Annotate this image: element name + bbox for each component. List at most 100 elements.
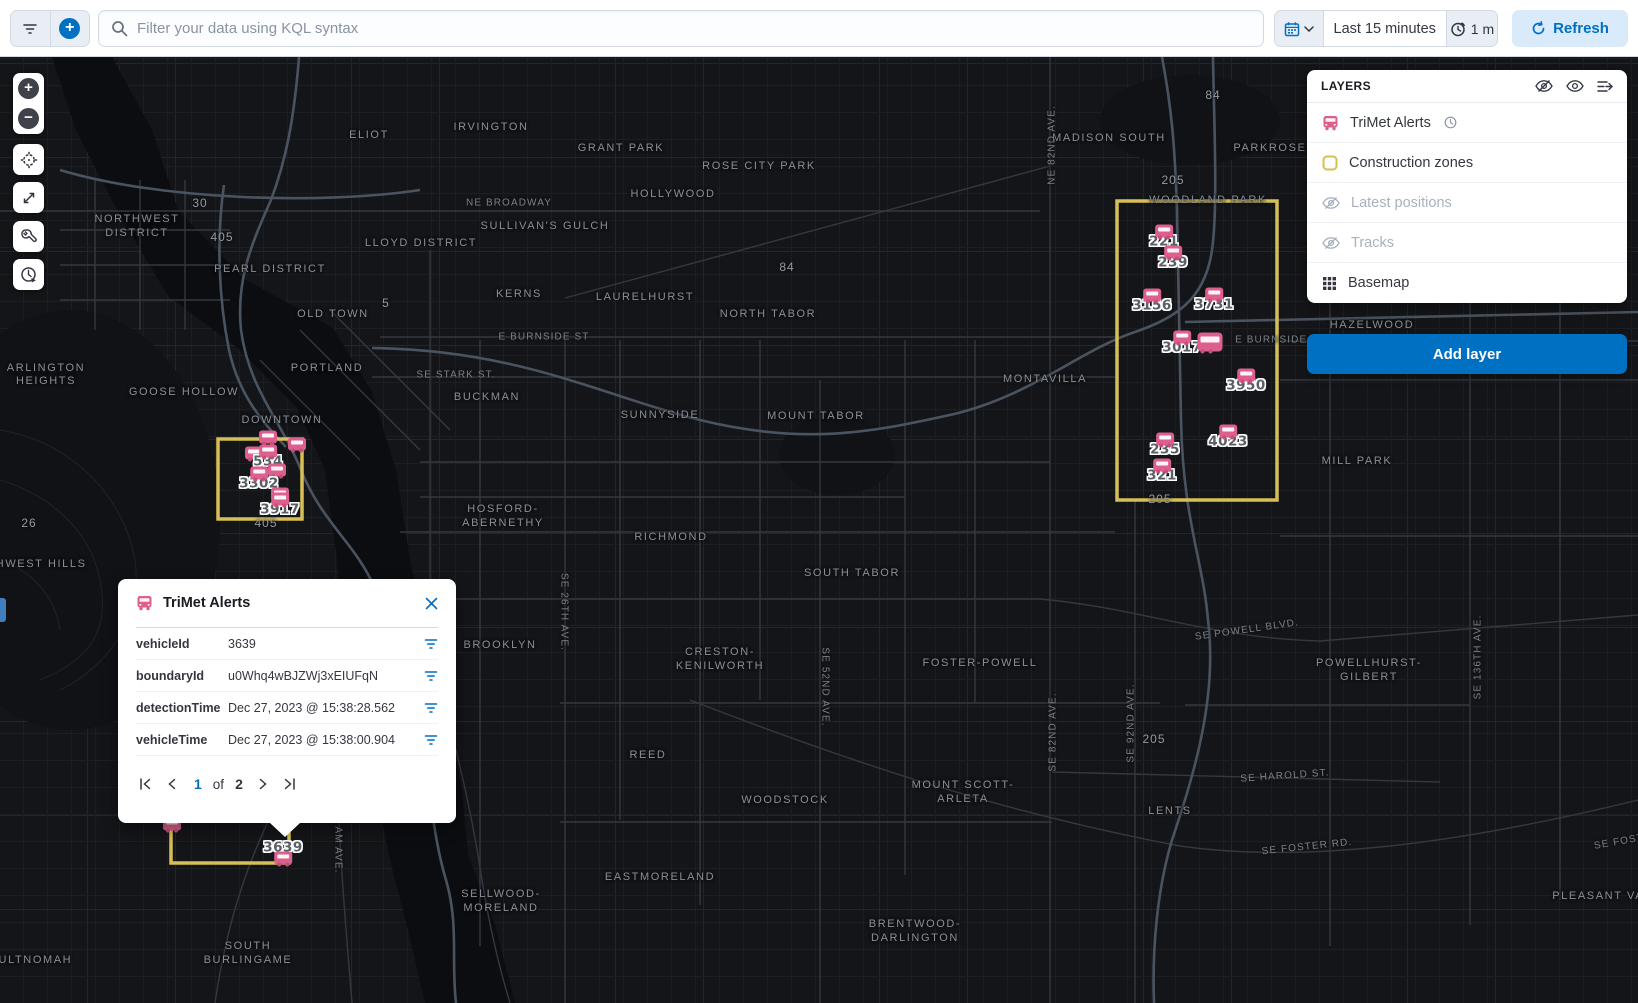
set-view-button[interactable]	[13, 144, 44, 175]
add-layer-button[interactable]: Add layer	[1307, 334, 1627, 374]
bus-marker-icon	[1173, 331, 1191, 344]
feature-popup: TriMet Alerts vehicleId3639 boundaryIdu0W…	[118, 579, 456, 823]
close-icon	[425, 597, 438, 610]
vehicle-marker-4023[interactable]: 4023	[1208, 425, 1248, 450]
vehicle-marker[interactable]	[1198, 333, 1223, 352]
timeslider-button[interactable]	[13, 259, 44, 290]
vehicle-marker-239[interactable]: 239	[1158, 246, 1188, 271]
add-filter-button[interactable]: +	[50, 11, 90, 46]
popup-title: TriMet Alerts	[163, 595, 250, 611]
zoom-in-button[interactable]: +	[13, 73, 44, 104]
filter-on-value-button[interactable]	[424, 734, 438, 746]
filter-on-value-button[interactable]	[424, 702, 438, 714]
popup-field-row: vehicleTimeDec 27, 2023 @ 15:38:00.904	[136, 724, 438, 756]
partial-map-marker[interactable]	[0, 598, 6, 622]
field-value: u0Whq4wBJZWj3xEIUFqN	[228, 669, 424, 683]
layer-label: Basemap	[1348, 275, 1409, 291]
bus-marker-icon	[1143, 289, 1161, 302]
layer-label: Construction zones	[1349, 155, 1473, 171]
filter-button-group: +	[10, 10, 90, 47]
popup-field-row: detectionTimeDec 27, 2023 @ 15:38:28.562	[136, 692, 438, 724]
bus-marker-icon	[1219, 425, 1237, 438]
last-page-button[interactable]	[280, 775, 299, 793]
field-value: Dec 27, 2023 @ 15:38:28.562	[228, 701, 424, 715]
bus-marker-icon	[1155, 225, 1173, 238]
vehicle-marker[interactable]	[259, 431, 277, 444]
bus-marker-icon	[271, 493, 289, 506]
refresh-interval-button[interactable]: 1 m	[1447, 11, 1497, 46]
bus-marker-icon	[259, 431, 277, 444]
bus-icon	[1322, 115, 1339, 131]
current-page: 1	[194, 776, 202, 792]
vehicle-marker-3156[interactable]: 3156	[1132, 289, 1172, 314]
zoom-control: + −	[13, 73, 44, 134]
plus-icon: +	[18, 78, 39, 99]
show-all-layers-button[interactable]	[1566, 79, 1584, 93]
bus-marker-icon	[1164, 246, 1182, 259]
refresh-button[interactable]: Refresh	[1512, 10, 1628, 47]
layer-row-latest-positions[interactable]: Latest positions	[1307, 183, 1627, 223]
filter-icon	[424, 670, 438, 682]
grid-icon	[1322, 276, 1337, 291]
refresh-interval-clock-icon	[1450, 21, 1466, 37]
vehicle-marker-3950[interactable]: 3950	[1226, 369, 1266, 394]
prev-page-button[interactable]	[164, 775, 179, 793]
chevron-down-icon	[1304, 26, 1314, 32]
field-label: vehicleTime	[136, 733, 228, 747]
layer-label: Tracks	[1351, 235, 1394, 251]
field-value: 3639	[228, 637, 424, 651]
time-range-button[interactable]: Last 15 minutes	[1323, 11, 1447, 46]
query-toolbar: + Last 15 minutes	[0, 0, 1638, 57]
vehicle-marker-3017[interactable]: 3017	[1162, 331, 1202, 356]
collapse-panel-button[interactable]	[1597, 80, 1613, 93]
wrench-icon	[20, 228, 38, 246]
layer-label: Latest positions	[1351, 195, 1452, 211]
field-value: Dec 27, 2023 @ 15:38:00.904	[228, 733, 424, 747]
kql-search-bar[interactable]	[98, 10, 1264, 47]
hide-all-layers-button[interactable]	[1535, 79, 1553, 93]
bus-marker-icon	[1205, 288, 1223, 301]
calendar-icon	[1284, 21, 1300, 37]
eye-slash-icon	[1322, 196, 1340, 210]
vehicle-marker-235[interactable]: 235	[1150, 433, 1180, 458]
layer-row-trimet-alerts[interactable]: TriMet Alerts	[1307, 103, 1627, 143]
search-icon	[111, 20, 128, 37]
layers-panel-header: LAYERS	[1307, 70, 1627, 103]
next-page-button[interactable]	[256, 775, 271, 793]
layer-row-construction-zones[interactable]: Construction zones	[1307, 143, 1627, 183]
filter-on-value-button[interactable]	[424, 670, 438, 682]
bus-marker-icon	[1198, 333, 1223, 352]
kql-search-input[interactable]	[137, 20, 1251, 37]
time-picker: Last 15 minutes 1 m	[1274, 10, 1498, 47]
bus-marker-icon	[259, 445, 277, 458]
page-of-label: of	[213, 777, 224, 792]
bus-marker-icon	[288, 438, 306, 451]
clock-icon	[1444, 116, 1457, 129]
filter-icon	[22, 22, 38, 36]
yellow-square-icon	[1322, 155, 1338, 171]
zoom-out-button[interactable]: −	[13, 104, 44, 135]
vehicle-marker-3731[interactable]: 3731	[1194, 288, 1234, 313]
date-picker-button[interactable]	[1275, 11, 1323, 46]
filter-icon	[424, 702, 438, 714]
crosshair-icon	[20, 151, 38, 169]
layer-row-tracks[interactable]: Tracks	[1307, 223, 1627, 263]
popup-caret	[270, 823, 300, 837]
vehicle-marker-3639[interactable]: 3639	[263, 840, 303, 865]
tools-button[interactable]	[13, 221, 44, 252]
filter-on-value-button[interactable]	[424, 638, 438, 650]
vehicle-marker-3917[interactable]: 3917	[260, 493, 300, 518]
vehicle-marker-321[interactable]: 321	[1147, 459, 1177, 484]
popup-close-button[interactable]	[425, 597, 438, 610]
field-label: boundaryId	[136, 669, 228, 683]
layer-row-basemap[interactable]: Basemap	[1307, 263, 1627, 303]
vehicle-marker[interactable]	[288, 438, 306, 451]
layers-panel: LAYERS	[1307, 70, 1627, 303]
saved-query-filter-button[interactable]	[11, 11, 50, 46]
popup-field-row: vehicleId3639	[136, 628, 438, 660]
bus-marker-icon	[1237, 369, 1255, 382]
first-page-button[interactable]	[136, 775, 155, 793]
expand-icon	[21, 190, 37, 206]
fullscreen-button[interactable]	[13, 182, 44, 213]
filter-icon	[424, 734, 438, 746]
